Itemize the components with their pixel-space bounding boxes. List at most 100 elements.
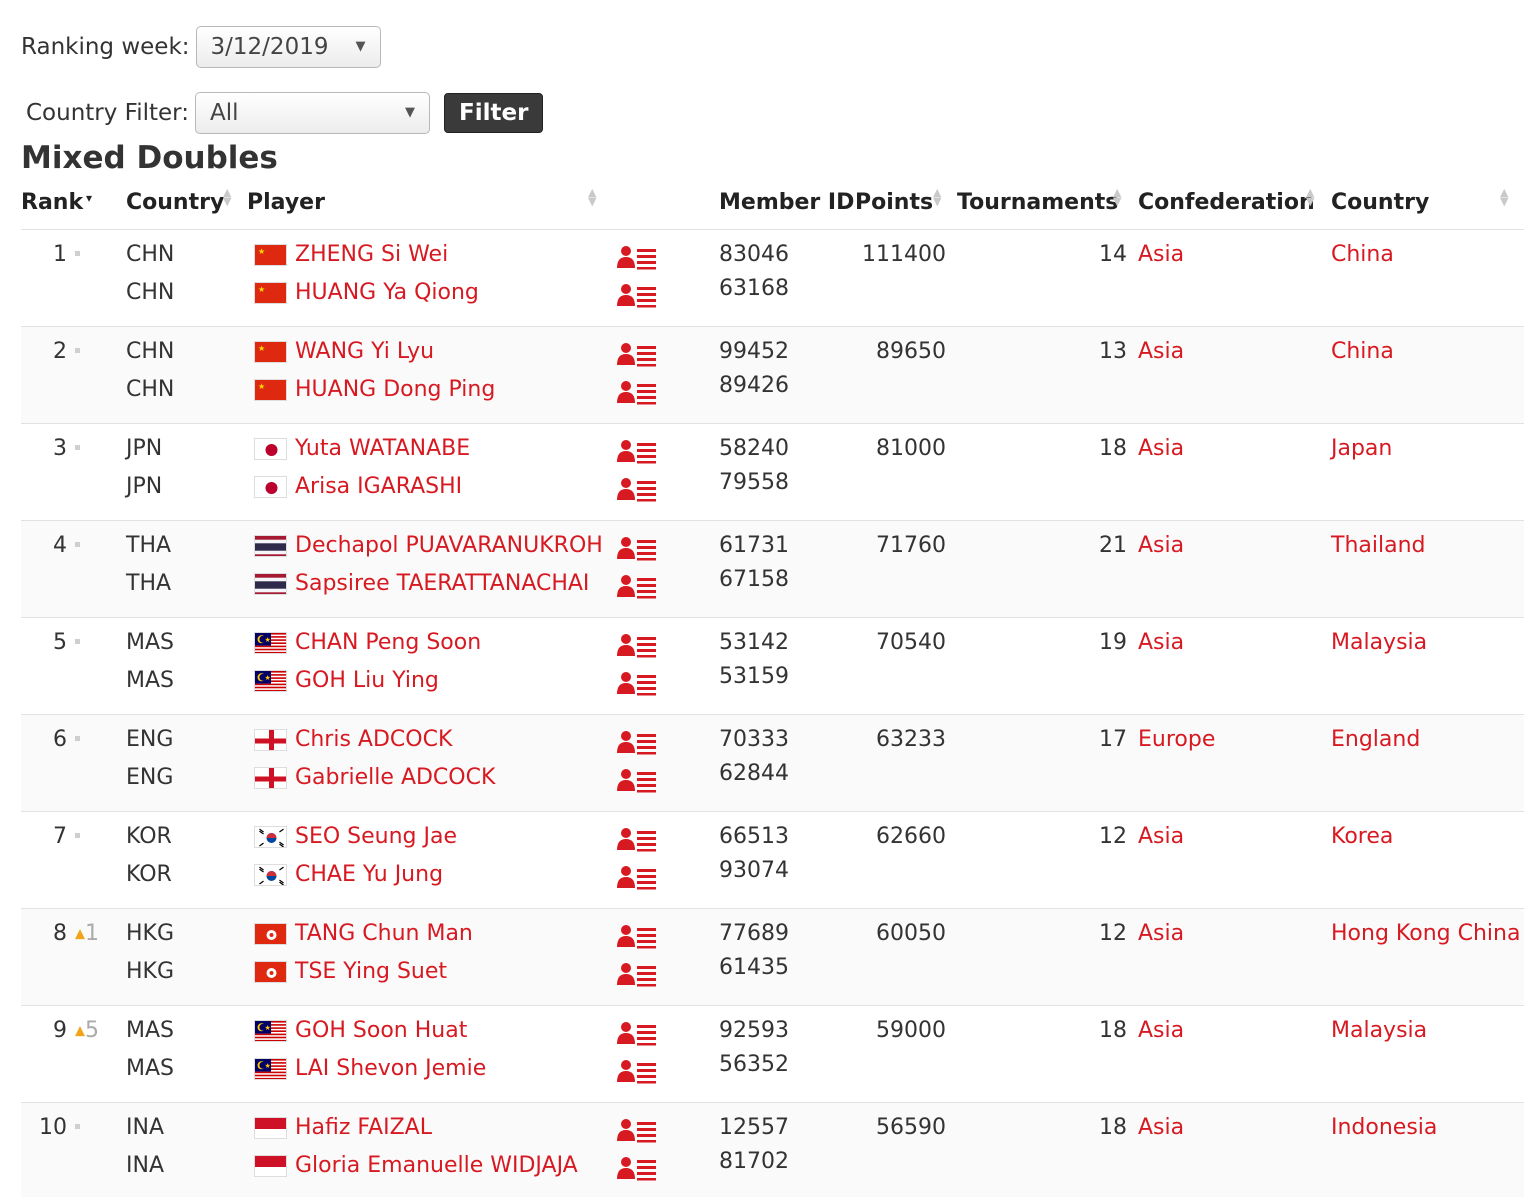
country-link[interactable]: Indonesia — [1331, 1115, 1437, 1140]
member-id: 83046 — [719, 242, 789, 267]
player-name-link[interactable]: Arisa IGARASHI — [295, 474, 462, 499]
country-link[interactable]: Japan — [1331, 436, 1392, 461]
player-profile-icon[interactable] — [617, 476, 657, 506]
player-profile-icon[interactable] — [617, 438, 657, 468]
member-id: 77689 — [719, 921, 789, 946]
player-profile-icon[interactable] — [617, 826, 657, 856]
mas-flag-icon: ★ — [254, 631, 287, 654]
player-name-link[interactable]: GOH Soon Huat — [295, 1018, 467, 1043]
rank-value: 1 — [53, 242, 67, 267]
header-rank[interactable]: Rank — [21, 190, 83, 215]
player-name-link[interactable]: HUANG Ya Qiong — [295, 280, 479, 305]
sort-icon[interactable]: ▲ ▼ — [223, 187, 231, 207]
player-name-link[interactable]: HUANG Dong Ping — [295, 377, 495, 402]
confederation-link[interactable]: Asia — [1138, 533, 1184, 558]
rank-value: 3 — [53, 436, 67, 461]
player-profile-icon[interactable] — [617, 1020, 657, 1050]
svg-text:★: ★ — [258, 344, 265, 353]
player-profile-icon[interactable] — [617, 573, 657, 603]
confederation-link[interactable]: Asia — [1138, 436, 1184, 461]
country-link[interactable]: Korea — [1331, 824, 1393, 849]
player-name-link[interactable]: CHAN Peng Soon — [295, 630, 481, 655]
player-name-link[interactable]: LAI Shevon Jemie — [295, 1056, 486, 1081]
tournaments-value: 14 — [1099, 242, 1127, 267]
header-country-code[interactable]: Country — [126, 190, 224, 215]
header-confederation[interactable]: Confederation — [1138, 190, 1315, 215]
eng-flag-icon — [254, 766, 287, 789]
player-name-link[interactable]: Yuta WATANABE — [295, 436, 470, 461]
sort-icon[interactable]: ▲ ▼ — [933, 187, 941, 207]
no-change-icon — [75, 832, 80, 838]
confederation-link[interactable]: Europe — [1138, 727, 1215, 752]
country-filter-select[interactable]: All ▼ — [195, 92, 430, 134]
no-change-icon — [75, 541, 80, 547]
player-profile-icon[interactable] — [617, 341, 657, 371]
confederation-link[interactable]: Asia — [1138, 824, 1184, 849]
ranking-week-select[interactable]: 3/12/2019 ▼ — [195, 26, 381, 68]
sort-icon[interactable]: ▲ ▼ — [1306, 187, 1314, 207]
player-profile-icon[interactable] — [617, 864, 657, 894]
player-name-link[interactable]: TANG Chun Man — [295, 921, 473, 946]
country-link[interactable]: Hong Kong China — [1331, 921, 1520, 946]
player-name-link[interactable]: Dechapol PUAVARANUKROH — [295, 533, 603, 558]
player-name-link[interactable]: Gloria Emanuelle WIDJAJA — [295, 1153, 578, 1178]
hkg-flag-icon — [254, 922, 287, 945]
player-name-link[interactable]: CHAE Yu Jung — [295, 862, 443, 887]
player-profile-icon[interactable] — [617, 1155, 657, 1185]
player-cell: ★ LAI Shevon Jemie — [254, 1056, 486, 1081]
country-code: MAS — [126, 1018, 174, 1043]
player-profile-icon[interactable] — [617, 1058, 657, 1088]
table-row: 4 THA Dechapol PUAVARANUKROH 61731 THA Sapsir… — [21, 521, 1524, 618]
ina-flag-icon — [254, 1116, 287, 1139]
player-name-link[interactable]: TSE Ying Suet — [295, 959, 447, 984]
confederation-link[interactable]: Asia — [1138, 921, 1184, 946]
player-profile-icon[interactable] — [617, 767, 657, 797]
trend-up-icon: ▲ — [75, 926, 85, 942]
player-profile-icon[interactable] — [617, 670, 657, 700]
header-tournaments[interactable]: Tournaments — [957, 190, 1118, 215]
player-name-link[interactable]: WANG Yi Lyu — [295, 339, 434, 364]
filter-button[interactable]: Filter — [444, 93, 544, 133]
header-player[interactable]: Player — [247, 190, 325, 215]
country-link[interactable]: England — [1331, 727, 1420, 752]
confederation-link[interactable]: Asia — [1138, 1115, 1184, 1140]
country-link[interactable]: China — [1331, 339, 1394, 364]
player-profile-icon[interactable] — [617, 632, 657, 662]
mas-flag-icon: ★ — [254, 1019, 287, 1042]
sort-desc-icon[interactable]: ▾ — [86, 192, 92, 204]
player-name-link[interactable]: ZHENG Si Wei — [295, 242, 448, 267]
player-profile-icon[interactable] — [617, 729, 657, 759]
confederation-link[interactable]: Asia — [1138, 630, 1184, 655]
country-link[interactable]: Malaysia — [1331, 1018, 1427, 1043]
player-name-link[interactable]: Gabrielle ADCOCK — [295, 765, 495, 790]
confederation-link[interactable]: Asia — [1138, 1018, 1184, 1043]
country-link[interactable]: China — [1331, 242, 1394, 267]
header-points[interactable]: Points — [855, 190, 933, 215]
player-profile-icon[interactable] — [617, 282, 657, 312]
points-value: 59000 — [876, 1018, 946, 1043]
table-header: Rank ▾ Country ▲ ▼ Player ▲ ▼ Member ID Po… — [21, 184, 1524, 230]
player-profile-icon[interactable] — [617, 923, 657, 953]
week-value: 3/12/2019 — [210, 34, 329, 60]
player-profile-icon[interactable] — [617, 961, 657, 991]
player-name-link[interactable]: Chris ADCOCK — [295, 727, 452, 752]
player-name-link[interactable]: SEO Seung Jae — [295, 824, 457, 849]
player-profile-icon[interactable] — [617, 535, 657, 565]
country-link[interactable]: Thailand — [1331, 533, 1425, 558]
player-profile-icon[interactable] — [617, 1117, 657, 1147]
sort-icon[interactable]: ▲ ▼ — [588, 187, 596, 207]
sort-icon[interactable]: ▲ ▼ — [1500, 187, 1508, 207]
player-profile-icon[interactable] — [617, 244, 657, 274]
no-change-icon — [75, 735, 80, 741]
no-change-icon — [75, 250, 80, 256]
player-name-link[interactable]: Hafiz FAIZAL — [295, 1115, 432, 1140]
chn-flag-icon: ★ — [254, 281, 287, 304]
header-country-name[interactable]: Country — [1331, 190, 1429, 215]
confederation-link[interactable]: Asia — [1138, 242, 1184, 267]
player-name-link[interactable]: Sapsiree TAERATTANACHAI — [295, 571, 589, 596]
player-name-link[interactable]: GOH Liu Ying — [295, 668, 439, 693]
confederation-link[interactable]: Asia — [1138, 339, 1184, 364]
player-profile-icon[interactable] — [617, 379, 657, 409]
sort-icon[interactable]: ▲ ▼ — [1113, 187, 1121, 207]
country-link[interactable]: Malaysia — [1331, 630, 1427, 655]
